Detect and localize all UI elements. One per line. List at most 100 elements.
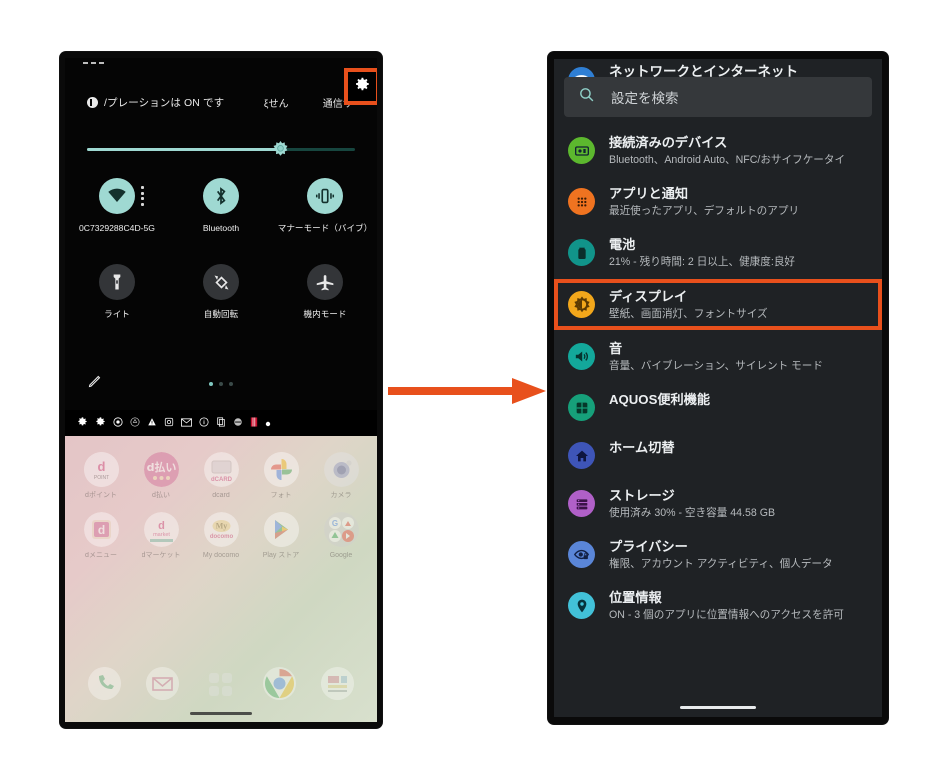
- settings-gear-highlight[interactable]: [344, 68, 377, 105]
- app-label: My docomo: [202, 552, 240, 559]
- app-label: Google: [329, 552, 353, 559]
- search-icon: [578, 86, 595, 108]
- svg-text:d: d: [97, 523, 104, 537]
- quick-settings-panel: /プレーションは ON です ξせん 通信サ 0C7329288C4D-5G B…: [65, 58, 377, 410]
- google-folder-icon: G: [323, 512, 359, 547]
- settings-item-privacy[interactable]: プライバシー 権限、アカウント アクティビティ、個人データ: [554, 529, 882, 580]
- settings-item-title: ホーム切替: [609, 440, 675, 455]
- settings-item-title: 位置情報: [609, 590, 662, 605]
- news-icon[interactable]: [321, 667, 355, 700]
- settings-item-title: プライバシー: [609, 539, 688, 554]
- settings-list: 接続済みのデバイス Bluetooth、Android Auto、NFC/おサイ…: [554, 125, 882, 631]
- settings-item-title: 音: [609, 341, 623, 356]
- search-input[interactable]: 設定を検索: [564, 77, 872, 117]
- svg-text:market: market: [153, 532, 170, 538]
- app-label: Play ストア: [262, 552, 300, 559]
- settings-item-battery[interactable]: 電池 21% - 残り時間: 2 日以上、健康度:良好: [554, 227, 882, 278]
- app-dpay[interactable]: d払い d払い: [131, 452, 191, 500]
- copy-icon: [216, 414, 226, 432]
- tiles-row-2: ライト 自動回転 機内モード: [65, 256, 377, 320]
- app-dcard[interactable]: dCARD dcard: [191, 452, 251, 500]
- vibrate-icon: [307, 178, 343, 214]
- settings-item-subtitle: 権限、アカウント アクティビティ、個人データ: [609, 558, 833, 570]
- app-dpoint[interactable]: d POINT dポイント: [71, 452, 131, 500]
- gear-icon: [353, 75, 371, 98]
- dcard-icon: dCARD: [203, 452, 239, 487]
- tiles-row-1: 0C7329288C4D-5G Bluetooth マナーモード（バイブ）: [65, 170, 377, 234]
- app-dmenu[interactable]: d dメニュー: [71, 512, 131, 560]
- settings-item-location[interactable]: 位置情報 ON - 3 個のアプリに位置情報へのアクセスを許可: [554, 580, 882, 631]
- right-arrow-icon: [388, 376, 548, 406]
- app-camera[interactable]: カメラ: [311, 452, 371, 500]
- phone-left-screen: d POINT dポイント d払い d払い dCARD dcard フォト カメ…: [65, 58, 377, 722]
- drive-icon: [130, 414, 140, 432]
- home-icon: [568, 442, 595, 469]
- gear-icon: [77, 414, 88, 432]
- tile-wifi[interactable]: 0C7329288C4D-5G: [65, 170, 169, 234]
- settings-item-display[interactable]: ディスプレイ 壁紙、画面消灯、フォントサイズ: [554, 279, 882, 330]
- svg-text:G: G: [331, 519, 337, 528]
- svg-text:dCARD: dCARD: [211, 477, 233, 483]
- dpoint-icon: d POINT: [83, 452, 119, 487]
- wifi-detail-dots-icon: [141, 186, 145, 206]
- settings-item-subtitle: 使用済み 30% - 空き容量 44.58 GB: [609, 507, 776, 519]
- app-mydocomo[interactable]: My docomo My docomo: [191, 512, 251, 560]
- svg-text:d: d: [158, 520, 165, 532]
- app-photos[interactable]: フォト: [251, 452, 311, 500]
- svg-text:POINT: POINT: [93, 475, 108, 481]
- tile-airplane-mode[interactable]: 機内モード: [273, 256, 377, 320]
- book-icon: [250, 414, 258, 432]
- settings-item-title: ディスプレイ: [609, 289, 688, 304]
- tile-flashlight[interactable]: ライト: [65, 256, 169, 320]
- quick-settings-header: /プレーションは ON です ξせん 通信サ: [65, 92, 377, 112]
- tile-label: マナーモード（バイブ）: [277, 223, 373, 233]
- quick-settings-footer: [65, 358, 377, 410]
- location-pin-icon: [568, 592, 595, 619]
- settings-item-aquos-features[interactable]: AQUOS便利機能: [554, 382, 882, 430]
- settings-item-sound[interactable]: 音 音量、バイブレーション、サイレント モード: [554, 331, 882, 382]
- do-not-disturb-icon: [87, 96, 98, 108]
- settings-item-subtitle: Bluetooth、Android Auto、NFC/おサイフケータイ: [609, 154, 846, 166]
- mail-icon[interactable]: [146, 667, 180, 700]
- bluetooth-icon: [203, 178, 239, 214]
- settings-item-home-switch[interactable]: ホーム切替: [554, 430, 882, 478]
- settings-item-subtitle: 21% - 残り時間: 2 日以上、健康度:良好: [609, 256, 795, 268]
- operation-status-text: /プレーションは ON です: [104, 96, 225, 109]
- brightness-slider[interactable]: [87, 141, 355, 157]
- app-play-store[interactable]: Play ストア: [251, 512, 311, 560]
- search-placeholder: 設定を検索: [611, 91, 679, 106]
- settings-item-subtitle: 音量、バイブレーション、サイレント モード: [609, 360, 823, 372]
- settings-item-title: アプリと通知: [609, 186, 689, 201]
- dmarket-icon: d market: [143, 512, 179, 547]
- settings-item-subtitle: ON - 3 個のアプリに位置情報へのアクセスを許可: [609, 609, 844, 621]
- settings-item-title: ストレージ: [609, 488, 675, 503]
- status-dashes-icon: [83, 62, 104, 64]
- app-dmarket[interactable]: d market dマーケット: [131, 512, 191, 560]
- tile-label: ライト: [104, 309, 130, 319]
- tile-auto-rotate[interactable]: 自動回転: [169, 256, 273, 320]
- chrome-icon[interactable]: [262, 667, 296, 700]
- mail-icon: [181, 414, 192, 432]
- settings-item-apps-notifications[interactable]: アプリと通知 最近使ったアプリ、デフォルトのアプリ: [554, 176, 882, 227]
- aquos-grid-icon: [568, 394, 595, 421]
- battery-icon: [568, 239, 595, 266]
- tile-label: Bluetooth: [202, 223, 240, 233]
- status-bar: [65, 58, 377, 72]
- record-icon: [113, 414, 123, 432]
- connected-devices-icon: [568, 137, 595, 164]
- phone-left-quick-settings: d POINT dポイント d払い d払い dCARD dcard フォト カメ…: [60, 52, 382, 728]
- warning-icon: [147, 414, 157, 432]
- app-label: dcard: [212, 492, 230, 499]
- tile-bluetooth[interactable]: Bluetooth: [169, 170, 273, 234]
- mydocomo-icon: My docomo: [203, 512, 239, 547]
- brightness-icon[interactable]: [272, 141, 289, 158]
- phone-icon[interactable]: [87, 667, 121, 700]
- app-label: カメラ: [330, 492, 352, 499]
- app-label: d払い: [152, 492, 170, 499]
- tile-manner-mode[interactable]: マナーモード（バイブ）: [273, 170, 377, 234]
- settings-item-storage[interactable]: ストレージ 使用済み 30% - 空き容量 44.58 GB: [554, 478, 882, 529]
- app-google-folder[interactable]: G Google: [311, 512, 371, 560]
- settings-item-connected-devices[interactable]: 接続済みのデバイス Bluetooth、Android Auto、NFC/おサイ…: [554, 125, 882, 176]
- app-drawer-icon[interactable]: [204, 667, 237, 700]
- settings-item-title: 接続済みのデバイス: [609, 135, 728, 150]
